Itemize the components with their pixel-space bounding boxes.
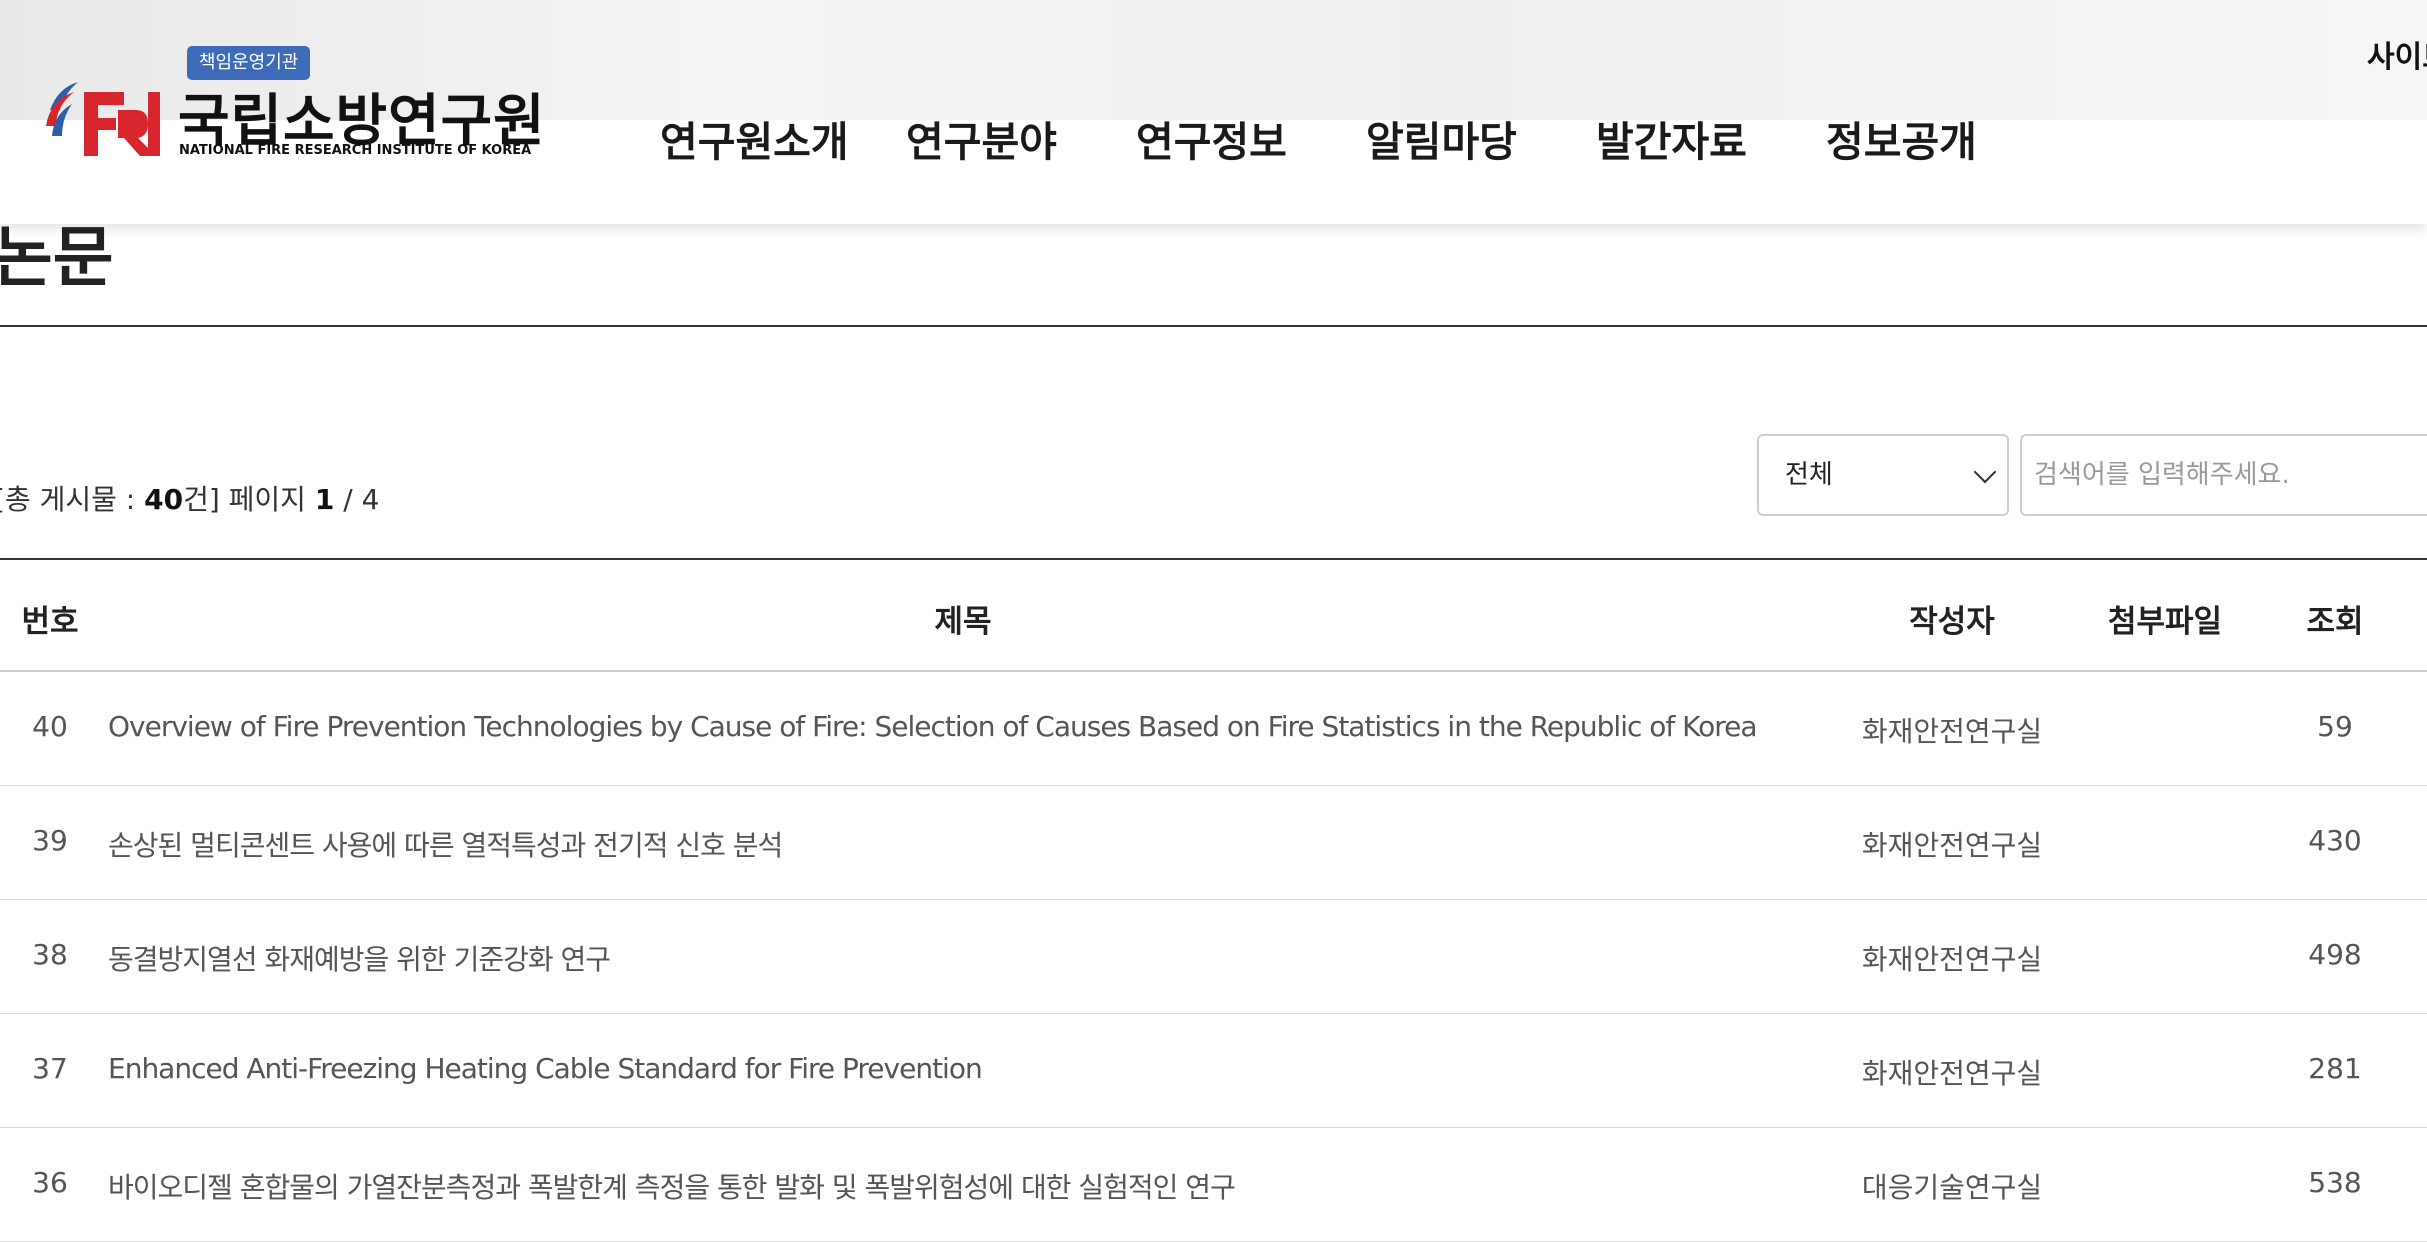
total-pages: 4 [361, 483, 380, 516]
board-count-info: [총 게시물 : 40건] 페이지 1 / 4 [0, 478, 379, 518]
row-author: 화재안전연구실 [1861, 1057, 2043, 1090]
table-header: 번호 제목 작성자 첨부파일 조회 [0, 558, 2427, 672]
chevron-down-icon [1973, 460, 1997, 484]
row-number: 36 [32, 1166, 68, 1199]
search-input[interactable] [2020, 434, 2427, 516]
row-author: 화재안전연구실 [1861, 715, 2043, 748]
table-row[interactable]: 37 Enhanced Anti-Freezing Heating Cable … [0, 1014, 2427, 1128]
col-header-number: 번호 [21, 604, 79, 640]
site-logo[interactable]: 책임운영기관 국립소방연구원 NATIONAL FIRE RESEARCH IN… [44, 44, 545, 164]
row-views: 430 [2308, 824, 2362, 857]
col-header-title: 제목 [934, 604, 992, 640]
info-prefix: [총 게시물 : [0, 483, 145, 516]
nav-item-research-info[interactable]: 연구정보 [1136, 108, 1287, 168]
col-header-attachment: 첨부파일 [2107, 604, 2223, 640]
table-row[interactable]: 36 바이오디젤 혼합물의 가열잔분측정과 폭발한계 측정을 통한 발화 및 폭… [0, 1128, 2427, 1242]
row-title-link[interactable]: 바이오디젤 혼합물의 가열잔분측정과 폭발한계 측정을 통한 발화 및 폭발위험… [108, 1166, 1236, 1206]
sitemap-link[interactable]: 사이트맵 [2367, 32, 2427, 76]
nav-item-research-fields[interactable]: 연구분야 [906, 108, 1057, 168]
row-number: 39 [32, 824, 68, 857]
info-sep: / [334, 483, 362, 516]
table-row[interactable]: 39 손상된 멀티콘센트 사용에 따른 열적특성과 전기적 신호 분석 화재안전… [0, 786, 2427, 900]
table-row[interactable]: 38 동결방지열선 화재예방을 위한 기준강화 연구 화재안전연구실 498 [0, 900, 2427, 1014]
row-views: 281 [2308, 1052, 2362, 1085]
col-header-author: 작성자 [1909, 604, 1995, 640]
row-author: 화재안전연구실 [1861, 943, 2043, 976]
col-header-views: 조회 [2306, 604, 2364, 640]
row-author: 대응기술연구실 [1861, 1171, 2043, 1204]
logo-english-name: NATIONAL FIRE RESEARCH INSTITUTE OF KORE… [179, 143, 532, 158]
row-views: 59 [2317, 710, 2353, 743]
row-title-link[interactable]: Overview of Fire Prevention Technologies… [108, 710, 1758, 743]
row-title-link[interactable]: 동결방지열선 화재예방을 위한 기준강화 연구 [108, 938, 611, 978]
row-number: 37 [32, 1052, 68, 1085]
info-mid: 건] 페이지 [183, 483, 315, 516]
search-category-value: 전체 [1785, 460, 1833, 490]
search-category-select[interactable]: 전체 [1757, 434, 2009, 516]
row-title-link[interactable]: Enhanced Anti-Freezing Heating Cable Sta… [108, 1052, 983, 1085]
row-author: 화재안전연구실 [1861, 829, 2043, 862]
board-table: 번호 제목 작성자 첨부파일 조회 40 Overview of Fire Pr… [0, 558, 2427, 1242]
row-number: 40 [32, 710, 68, 743]
total-count: 40 [144, 483, 184, 516]
row-number: 38 [32, 938, 68, 971]
row-views: 498 [2308, 938, 2362, 971]
nav-item-disclosure[interactable]: 정보공개 [1826, 108, 1977, 168]
table-row[interactable]: 40 Overview of Fire Prevention Technolog… [0, 672, 2427, 786]
nav-item-about[interactable]: 연구원소개 [660, 108, 849, 168]
current-page: 1 [314, 483, 335, 516]
row-views: 538 [2308, 1166, 2362, 1199]
title-divider [0, 325, 2427, 327]
fri-logo-icon [46, 82, 160, 156]
row-title-link[interactable]: 손상된 멀티콘센트 사용에 따른 열적특성과 전기적 신호 분석 [108, 824, 783, 864]
nav-item-publications[interactable]: 발간자료 [1596, 108, 1747, 168]
logo-badge: 책임운영기관 [187, 46, 311, 80]
site-header: 사이트맵 책임운영기관 국립소방연구원 NATIONAL FIRE RESEAR… [0, 0, 2427, 224]
nav-item-notice[interactable]: 알림마당 [1366, 108, 1517, 168]
